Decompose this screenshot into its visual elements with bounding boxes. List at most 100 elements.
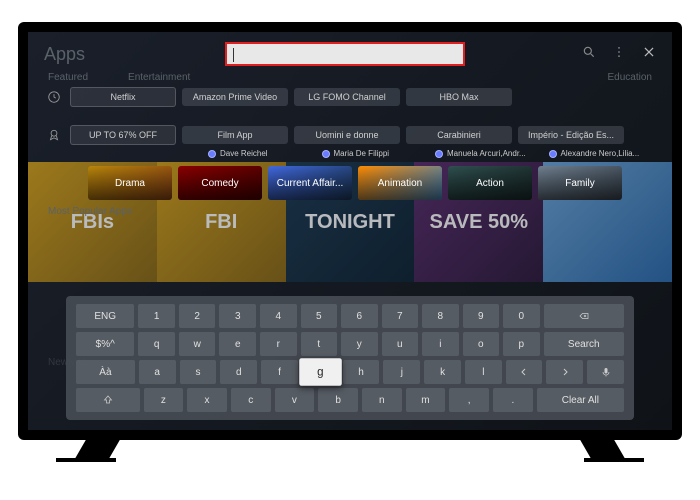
promo-chip[interactable]: Uomini e donne [294, 126, 400, 144]
key-k[interactable]: k [424, 360, 461, 384]
key-1[interactable]: 1 [138, 304, 175, 328]
key-cursor-left[interactable] [506, 360, 543, 384]
page-title: Apps [44, 44, 85, 65]
key-2[interactable]: 2 [179, 304, 216, 328]
key-z[interactable]: z [144, 388, 184, 412]
key-a[interactable]: a [139, 360, 176, 384]
avatar-dot [435, 150, 443, 158]
key-n[interactable]: n [362, 388, 402, 412]
key-b[interactable]: b [318, 388, 358, 412]
more-icon[interactable] [612, 45, 626, 64]
key-7[interactable]: 7 [382, 304, 419, 328]
promo-row: UP TO 67% OFF Film App Uomini e donne Ca… [28, 123, 672, 147]
actor-chip[interactable]: Alexandre Nero,Lilia... [549, 149, 657, 158]
key-8[interactable]: 8 [422, 304, 459, 328]
category-label: Animation [378, 178, 422, 189]
keyboard-row-2: $%^ q w e r t y u i o p Search [76, 332, 624, 356]
actor-label: Alexandre Nero,Lilia... [561, 149, 640, 158]
category-label: Action [476, 178, 504, 189]
search-input[interactable] [225, 42, 465, 66]
key-r[interactable]: r [260, 332, 297, 356]
key-c[interactable]: c [231, 388, 271, 412]
key-accents[interactable]: Àà [76, 360, 135, 384]
category-tile-animation[interactable]: Animation [358, 166, 442, 200]
text-cursor [233, 48, 234, 62]
actor-chip[interactable]: Dave Reichel [208, 149, 316, 158]
key-t[interactable]: t [301, 332, 338, 356]
promo-chip[interactable]: Império - Edição Es... [518, 126, 624, 144]
tab-education[interactable]: Education [608, 72, 652, 83]
key-symbols[interactable]: $%^ [76, 332, 134, 356]
key-period[interactable]: . [493, 388, 533, 412]
avatar-dot [322, 150, 330, 158]
key-x[interactable]: x [187, 388, 227, 412]
history-icon [44, 90, 64, 104]
key-3[interactable]: 3 [219, 304, 256, 328]
category-label: Current Affair... [277, 178, 344, 189]
actor-row: Dave Reichel Maria De Filippi Manuela Ar… [28, 147, 672, 160]
tv-frame: Apps Featured Entertainment Education Ne… [18, 22, 682, 440]
key-comma[interactable]: , [449, 388, 489, 412]
key-m[interactable]: m [406, 388, 446, 412]
category-tile-comedy[interactable]: Comedy [178, 166, 262, 200]
tab-entertainment[interactable]: Entertainment [128, 72, 190, 83]
tv-foot-left [56, 458, 116, 462]
history-chip[interactable]: Amazon Prime Video [182, 88, 288, 106]
key-backspace[interactable] [544, 304, 624, 328]
key-q[interactable]: q [138, 332, 175, 356]
category-label: Family [565, 178, 594, 189]
key-0[interactable]: 0 [503, 304, 540, 328]
search-icon[interactable] [582, 45, 596, 64]
close-icon[interactable] [642, 45, 656, 64]
key-l[interactable]: l [465, 360, 502, 384]
tv-stand-left [74, 440, 120, 460]
history-chip[interactable]: LG FOMO Channel [294, 88, 400, 106]
header-actions [582, 45, 656, 64]
key-4[interactable]: 4 [260, 304, 297, 328]
tab-featured[interactable]: Featured [48, 72, 88, 83]
history-chip[interactable]: HBO Max [406, 88, 512, 106]
key-g[interactable]: g [299, 358, 341, 386]
actor-label: Manuela Arcuri,Andr... [447, 149, 526, 158]
key-h[interactable]: h [343, 360, 380, 384]
keyboard-row-4: z x c v b n m , . Clear All [76, 388, 624, 412]
avatar-dot [208, 150, 216, 158]
section-popular-label: Most Popular Apps [28, 200, 672, 219]
actor-label: Maria De Filippi [334, 149, 390, 158]
key-cursor-right[interactable] [546, 360, 583, 384]
key-5[interactable]: 5 [301, 304, 338, 328]
key-shift[interactable] [76, 388, 140, 412]
key-6[interactable]: 6 [341, 304, 378, 328]
key-mic[interactable] [587, 360, 624, 384]
avatar-dot [549, 150, 557, 158]
key-u[interactable]: u [382, 332, 419, 356]
keyboard-row-3: Àà a s d f g h j k l [76, 360, 624, 384]
history-chip[interactable]: Netflix [70, 87, 176, 107]
category-tile-family[interactable]: Family [538, 166, 622, 200]
category-tile-drama[interactable]: Drama [88, 166, 172, 200]
category-tile-affairs[interactable]: Current Affair... [268, 166, 352, 200]
key-f[interactable]: f [261, 360, 298, 384]
key-w[interactable]: w [179, 332, 216, 356]
key-9[interactable]: 9 [463, 304, 500, 328]
key-s[interactable]: s [180, 360, 217, 384]
promo-chip[interactable]: Carabinieri [406, 126, 512, 144]
key-clear-all[interactable]: Clear All [537, 388, 624, 412]
key-d[interactable]: d [220, 360, 257, 384]
promo-chip[interactable]: Film App [182, 126, 288, 144]
key-e[interactable]: e [219, 332, 256, 356]
key-y[interactable]: y [341, 332, 378, 356]
actor-chip[interactable]: Maria De Filippi [322, 149, 430, 158]
promo-chip[interactable]: UP TO 67% OFF [70, 125, 176, 145]
keyboard-row-1: ENG 1 2 3 4 5 6 7 8 9 0 [76, 304, 624, 328]
actor-chip[interactable]: Manuela Arcuri,Andr... [435, 149, 543, 158]
category-tile-action[interactable]: Action [448, 166, 532, 200]
key-lang[interactable]: ENG [76, 304, 134, 328]
key-j[interactable]: j [383, 360, 420, 384]
key-i[interactable]: i [422, 332, 459, 356]
header: Apps [28, 32, 672, 66]
key-v[interactable]: v [275, 388, 315, 412]
key-p[interactable]: p [503, 332, 540, 356]
key-o[interactable]: o [463, 332, 500, 356]
key-search[interactable]: Search [544, 332, 624, 356]
